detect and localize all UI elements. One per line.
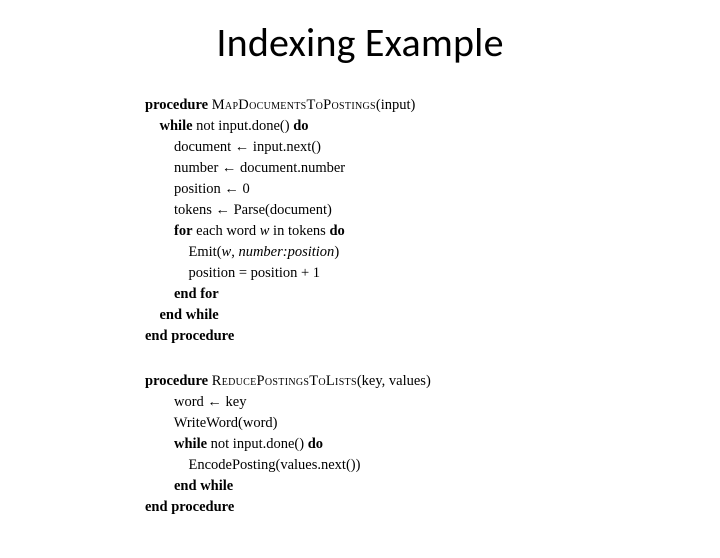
kw-end-while: end while [174,478,233,494]
kw-while: while [160,118,193,134]
kw-end-for: end for [174,286,219,302]
stmt: number ← document.number [145,158,720,179]
kw-procedure: procedure [145,373,208,389]
kw-end-while: end while [160,307,219,323]
for-var: w [260,223,270,239]
end-proc-line: end procedure [145,497,720,518]
stmt: WriteWord(word) [145,413,720,434]
emit-open: Emit( [189,244,222,260]
stmt: document ← input.next() [145,137,720,158]
kw-end-procedure: end procedure [145,499,234,515]
while-cond: not input.done() [211,436,308,452]
page-title: Indexing Example [0,18,720,67]
emit-line: Emit(w, number:position) [145,242,720,263]
emit-np: number:position [238,244,334,260]
emit-w: w [222,244,232,260]
proc-args: (key, values) [357,373,431,389]
stmt: word ← key [145,392,720,413]
emit-close: ) [334,244,339,260]
stmt-text: EncodePosting(values.next()) [189,457,361,473]
procedure-reduce: procedure ReducePostingsToLists(key, val… [145,371,720,518]
end-while-line: end while [145,476,720,497]
stmt: position = position + 1 [145,263,720,284]
stmt-text: word ← key [174,394,247,410]
stmt-text: tokens ← Parse(document) [174,202,332,218]
kw-procedure: procedure [145,97,208,113]
kw-do: do [308,436,323,452]
end-while-line: end while [145,305,720,326]
end-proc-line: end procedure [145,326,720,347]
kw-while: while [174,436,207,452]
stmt-text: WriteWord(word) [174,415,278,431]
kw-for: for [174,223,193,239]
proc-header: procedure ReducePostingsToLists(key, val… [145,371,720,392]
while-line: while not input.done() do [145,434,720,455]
proc-name: ReducePostingsToLists [212,373,357,389]
while-line: while not input.done() do [145,116,720,137]
kw-do: do [293,118,308,134]
procedure-map: procedure MapDocumentsToPostings(input) … [145,95,720,347]
while-cond: not input.done() [196,118,293,134]
proc-args: (input) [376,97,415,113]
stmt-text: number ← document.number [174,160,345,176]
stmt-text: position ← 0 [174,181,250,197]
for-each: each word [196,223,260,239]
kw-end-procedure: end procedure [145,328,234,344]
kw-do: do [329,223,344,239]
slide: Indexing Example procedure MapDocumentsT… [0,18,720,558]
stmt: tokens ← Parse(document) [145,200,720,221]
stmt-text: position = position + 1 [189,265,321,281]
proc-name: MapDocumentsToPostings [212,97,376,113]
stmt: position ← 0 [145,179,720,200]
for-line: for each word w in tokens do [145,221,720,242]
end-for-line: end for [145,284,720,305]
proc-header: procedure MapDocumentsToPostings(input) [145,95,720,116]
stmt-text: document ← input.next() [174,139,321,155]
stmt: EncodePosting(values.next()) [145,455,720,476]
for-in: in tokens [269,223,329,239]
